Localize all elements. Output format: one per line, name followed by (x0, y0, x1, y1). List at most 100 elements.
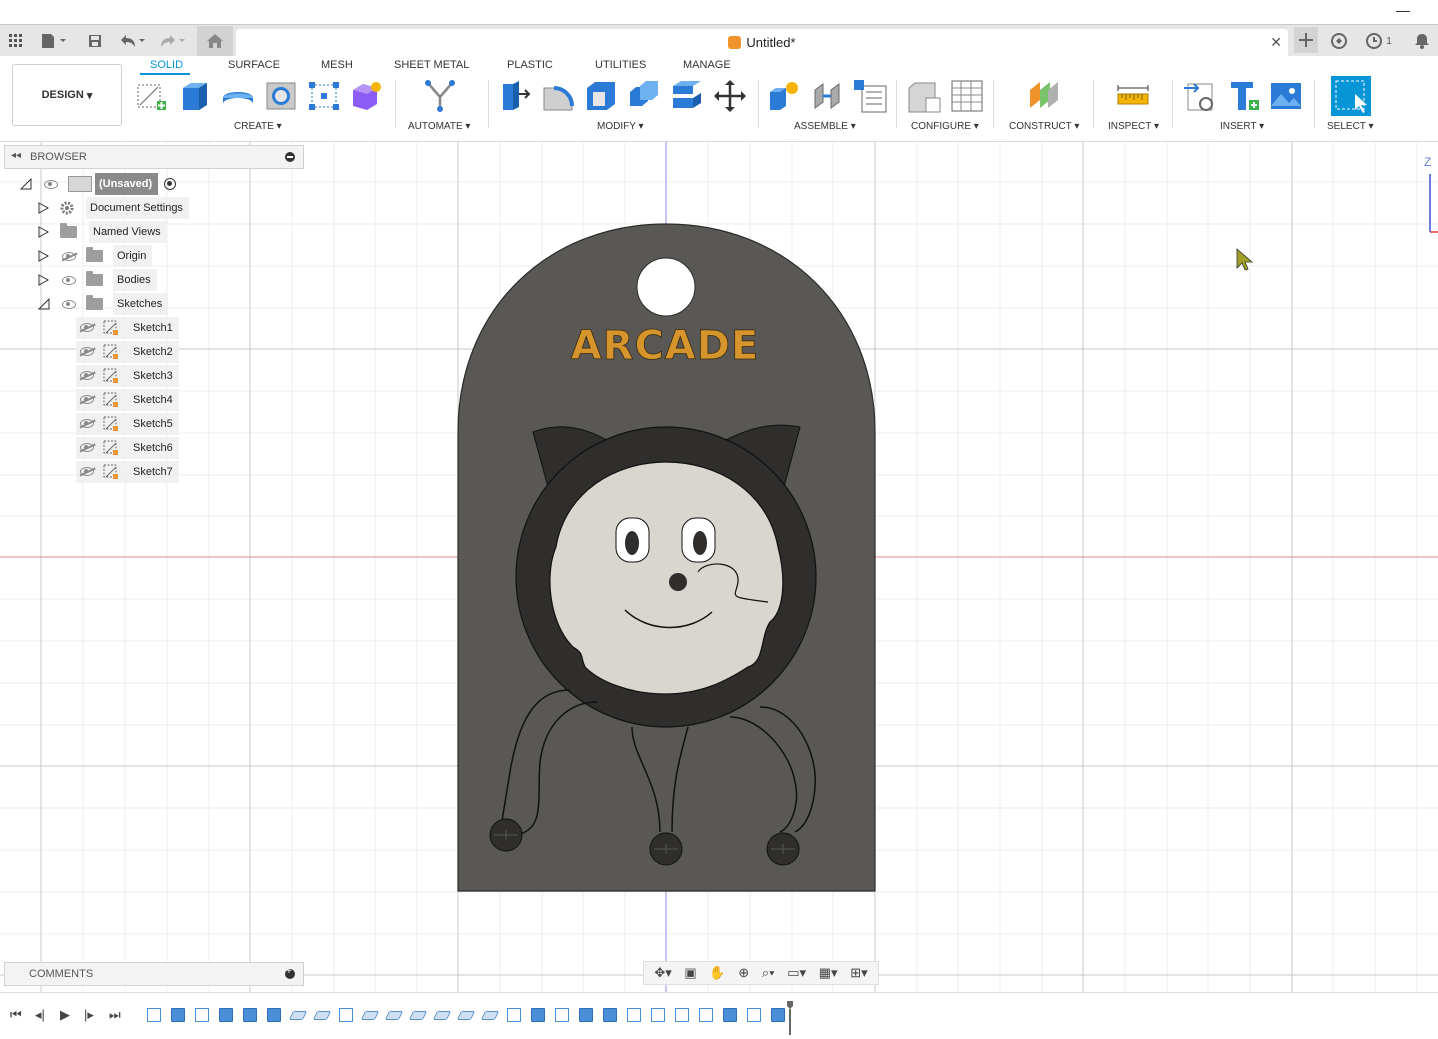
tab-manage[interactable]: MANAGE (683, 59, 731, 71)
timeline-extrude-icon[interactable] (531, 1008, 545, 1022)
insert-mcmaster-icon[interactable] (1225, 78, 1261, 114)
tab-surface[interactable]: SURFACE (228, 59, 280, 71)
redo-icon[interactable] (156, 30, 188, 52)
viewport-canvas[interactable]: ARCADE Z (0, 142, 1438, 992)
timeline-sketch-icon[interactable] (747, 1008, 761, 1022)
timeline-extrude-icon[interactable] (171, 1008, 185, 1022)
timeline-plane-icon[interactable] (360, 1011, 380, 1020)
insert-menu[interactable]: INSERT ▾ (1220, 121, 1264, 132)
revolve-icon[interactable] (220, 78, 256, 114)
select-icon[interactable] (1331, 76, 1371, 116)
tab-sheet-metal[interactable]: SHEET METAL (394, 59, 469, 71)
assemble-menu[interactable]: ASSEMBLE ▾ (794, 121, 856, 132)
orbit-icon[interactable]: ✥▾ (654, 965, 671, 981)
fillet-icon[interactable] (540, 78, 576, 114)
expand-triangle-icon[interactable] (38, 250, 50, 262)
collapse-triangle-icon[interactable] (20, 178, 32, 190)
next-icon[interactable]: |▸ (84, 1007, 94, 1023)
create-sketch-icon[interactable] (134, 78, 170, 114)
timeline-plane-icon[interactable] (408, 1011, 428, 1020)
tab-mesh[interactable]: MESH (321, 59, 353, 71)
expand-triangle-icon[interactable] (38, 226, 50, 238)
grid-settings-icon[interactable]: ▦▾ (819, 965, 838, 981)
visibility-icon[interactable] (44, 179, 58, 189)
visibility-icon[interactable] (62, 251, 76, 261)
browser-item-sketch[interactable]: Sketch4 (76, 389, 179, 411)
timeline-plane-icon[interactable] (480, 1011, 500, 1020)
timeline-extrude-icon[interactable] (243, 1008, 257, 1022)
timeline-plane-icon[interactable] (288, 1011, 308, 1020)
timeline-plane-icon[interactable] (456, 1011, 476, 1020)
new-tab-icon[interactable] (1294, 27, 1318, 53)
timeline-sketch-icon[interactable] (147, 1008, 161, 1022)
notifications-icon[interactable] (1411, 30, 1433, 52)
app-grid-icon[interactable] (5, 30, 27, 52)
timeline-fillet-icon[interactable] (675, 1008, 689, 1022)
timeline-sketch-icon[interactable] (339, 1008, 353, 1022)
timeline-sketch-icon[interactable] (195, 1008, 209, 1022)
browser-item-sketch[interactable]: Sketch3 (76, 365, 179, 387)
timeline-fillet-icon[interactable] (627, 1008, 641, 1022)
browser-item-sketch[interactable]: Sketch1 (76, 317, 179, 339)
pattern-icon[interactable] (306, 78, 342, 114)
tab-solid[interactable]: SOLID (150, 59, 183, 71)
minimize-button[interactable]: — (1396, 2, 1410, 18)
press-pull-icon[interactable] (497, 78, 533, 114)
add-comment-icon[interactable] (285, 966, 295, 979)
previous-icon[interactable]: ◂| (35, 1007, 45, 1023)
first-icon[interactable]: ⏮ (10, 1007, 22, 1023)
construct-menu[interactable]: CONSTRUCT ▾ (1009, 121, 1079, 132)
timeline-plane-icon[interactable] (312, 1011, 332, 1020)
configure-menu[interactable]: CONFIGURE ▾ (911, 121, 979, 132)
visibility-icon[interactable] (80, 323, 94, 332)
visibility-icon[interactable] (80, 347, 94, 356)
create-menu[interactable]: CREATE ▾ (234, 121, 282, 132)
look-at-icon[interactable]: ▣ (684, 965, 696, 981)
new-component-icon[interactable] (766, 78, 802, 114)
timeline-extrude-icon[interactable] (603, 1008, 617, 1022)
automate-menu[interactable]: AUTOMATE ▾ (408, 121, 470, 132)
visibility-icon[interactable] (80, 443, 94, 452)
hole-icon[interactable] (263, 78, 299, 114)
file-menu-icon[interactable] (38, 30, 70, 52)
configure-component-icon[interactable] (906, 78, 942, 114)
document-tab[interactable]: Untitled* ✕ (236, 29, 1288, 57)
view-cube[interactable]: Z (1424, 155, 1438, 233)
timeline-marker[interactable] (787, 1001, 793, 1035)
measure-icon[interactable] (1115, 78, 1151, 114)
visibility-icon[interactable] (62, 299, 76, 309)
browser-panel-header[interactable]: ◂◂ BROWSER (4, 145, 304, 169)
timeline-sketch-icon[interactable] (507, 1008, 521, 1022)
play-icon[interactable]: ▶ (60, 1007, 70, 1023)
comments-panel[interactable]: COMMENTS (4, 962, 304, 986)
zoom-icon[interactable]: ⊕ (738, 965, 749, 981)
keychain-model[interactable]: ARCADE (457, 223, 876, 892)
timeline-plane-icon[interactable] (432, 1011, 452, 1020)
create-form-icon[interactable] (349, 78, 385, 114)
browser-root[interactable]: (Unsaved) (20, 173, 177, 195)
move-copy-icon[interactable] (712, 78, 748, 114)
viewports-icon[interactable]: ⊞▾ (850, 965, 867, 981)
automate-icon[interactable] (422, 78, 458, 114)
shell-icon[interactable] (583, 78, 619, 114)
timeline-plane-icon[interactable] (384, 1011, 404, 1020)
design-viewport[interactable]: ARCADE Z (0, 142, 1438, 992)
save-icon[interactable] (84, 30, 106, 52)
select-menu[interactable]: SELECT ▾ (1327, 121, 1374, 132)
timeline-sketch-icon[interactable] (699, 1008, 713, 1022)
browser-toggle-icon[interactable] (285, 152, 295, 162)
browser-item-sketch[interactable]: Sketch6 (76, 437, 179, 459)
split-body-icon[interactable] (669, 78, 705, 114)
undo-icon[interactable] (116, 30, 148, 52)
browser-item-sketches[interactable]: Sketches (38, 293, 169, 315)
bill-of-materials-icon[interactable] (852, 78, 888, 114)
offset-plane-icon[interactable] (1026, 78, 1062, 114)
tab-plastic[interactable]: PLASTIC (507, 59, 553, 71)
last-icon[interactable]: ⏭ (109, 1007, 121, 1023)
visibility-icon[interactable] (80, 371, 94, 380)
timeline-sketch-icon[interactable] (555, 1008, 569, 1022)
expand-triangle-icon[interactable] (38, 274, 50, 286)
inspect-menu[interactable]: INSPECT ▾ (1108, 121, 1159, 132)
visibility-icon[interactable] (80, 467, 94, 476)
browser-item-bodies[interactable]: Bodies (38, 269, 157, 291)
